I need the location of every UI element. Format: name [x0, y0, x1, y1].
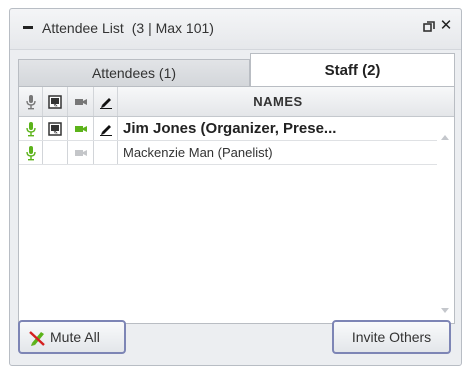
mute-all-button[interactable]: Mute All: [18, 320, 126, 354]
camera-icon: [74, 125, 87, 132]
scroll-up-icon[interactable]: [440, 133, 450, 141]
minus-icon: [23, 26, 33, 29]
camera-icon: [74, 98, 87, 105]
invite-others-button[interactable]: Invite Others: [332, 320, 451, 354]
row-camera-cell[interactable]: [68, 117, 94, 140]
screen-share-icon: [48, 121, 62, 136]
vertical-scrollbar[interactable]: [437, 117, 454, 323]
row-camera-cell[interactable]: [68, 141, 94, 164]
mic-icon: [25, 94, 36, 109]
grid-header: NAMES: [19, 87, 454, 117]
camera-icon: [74, 149, 87, 156]
row-screen-cell[interactable]: [43, 117, 68, 140]
title-bar: Attendee List (3 | Max 101) ✕: [10, 9, 461, 50]
row-screen-cell[interactable]: [43, 141, 68, 164]
tab-attendees[interactable]: Attendees (1): [18, 59, 250, 87]
row-mic-cell[interactable]: [19, 117, 43, 140]
scroll-down-icon[interactable]: [440, 307, 450, 315]
row-pencil-cell[interactable]: [94, 141, 118, 164]
column-pencil[interactable]: [94, 87, 118, 116]
panel-title: Attendee List (3 | Max 101): [42, 20, 214, 36]
close-icon[interactable]: ✕: [439, 18, 453, 33]
row-pencil-cell[interactable]: [94, 117, 118, 140]
restore-icon[interactable]: [423, 21, 435, 33]
tab-bar: Attendees (1) Staff (2): [18, 53, 455, 87]
mic-icon: [25, 121, 36, 136]
table-row[interactable]: Jim Jones (Organizer, Prese...: [19, 117, 438, 141]
collapse-button[interactable]: [22, 21, 34, 33]
mic-icon: [25, 145, 36, 160]
names-grid: NAMES Jim Jones (Organizer, Prese... Mac…: [18, 86, 455, 324]
tab-staff[interactable]: Staff (2): [250, 53, 455, 87]
mute-pencil-icon: [29, 331, 45, 346]
pencil-icon: [99, 124, 112, 136]
column-camera[interactable]: [68, 87, 94, 116]
screen-share-icon: [48, 94, 62, 109]
attendee-list-panel: Attendee List (3 | Max 101) ✕ Attendees (…: [9, 8, 462, 366]
attendee-name[interactable]: Jim Jones (Organizer, Prese...: [118, 117, 438, 140]
title-text: Attendee List: [42, 20, 124, 36]
column-mic[interactable]: [19, 87, 43, 116]
attendee-name[interactable]: Mackenzie Man (Panelist): [118, 141, 438, 164]
row-mic-cell[interactable]: [19, 141, 43, 164]
pencil-icon: [99, 97, 112, 109]
column-screen[interactable]: [43, 87, 68, 116]
table-row[interactable]: Mackenzie Man (Panelist): [19, 141, 438, 165]
mute-all-label: Mute All: [50, 329, 100, 345]
attendee-count: (3 | Max 101): [131, 20, 214, 36]
names-column-header[interactable]: NAMES: [118, 87, 438, 116]
